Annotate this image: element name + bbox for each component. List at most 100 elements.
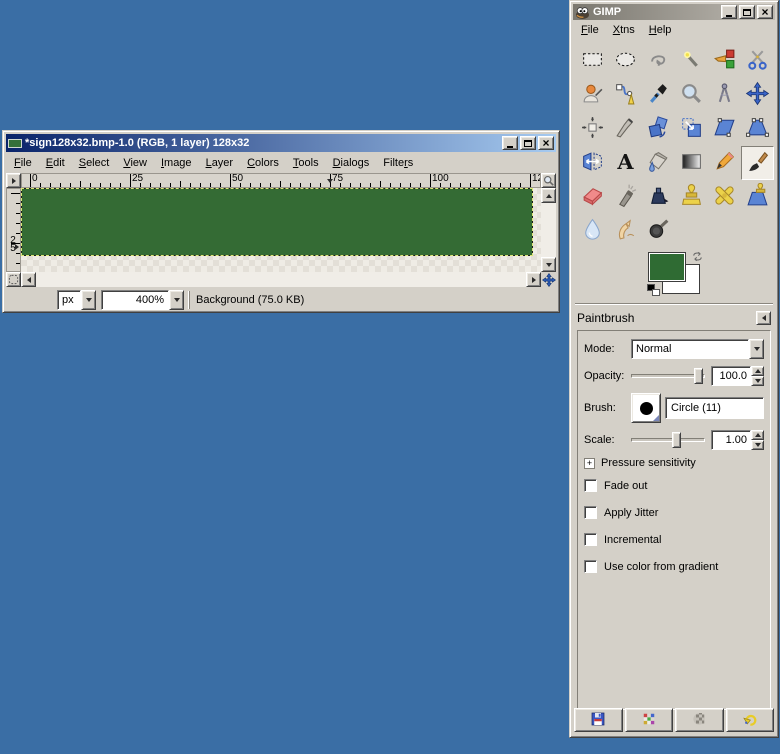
scroll-right-button[interactable]: [526, 272, 541, 287]
tool-smudge-button[interactable]: [609, 214, 642, 248]
default-colors-button[interactable]: [647, 284, 663, 298]
foreground-color-swatch[interactable]: [648, 252, 686, 282]
scale-spin-up[interactable]: [751, 430, 764, 440]
scale-slider-thumb[interactable]: [672, 432, 681, 448]
tool-text-button[interactable]: A: [609, 146, 642, 180]
menu-edit[interactable]: Edit: [39, 155, 72, 171]
canvas-menu-button[interactable]: [6, 173, 21, 188]
tool-blur-sharpen-button[interactable]: [576, 214, 609, 248]
opacity-spin-down[interactable]: [751, 376, 764, 386]
save-options-button[interactable]: [574, 708, 623, 732]
menu-filters[interactable]: Filters: [376, 155, 420, 171]
expander-plus-icon[interactable]: +: [584, 458, 595, 469]
checkbox-box[interactable]: [584, 533, 597, 546]
menu-view[interactable]: View: [116, 155, 154, 171]
maximize-button[interactable]: [520, 136, 536, 150]
zoom-combo[interactable]: 400%: [101, 290, 184, 310]
brush-preview-button[interactable]: [631, 393, 661, 423]
opacity-spin-up[interactable]: [751, 366, 764, 376]
tool-select-by-color-button[interactable]: [708, 44, 741, 78]
tool-paintbrush-button[interactable]: [741, 146, 774, 180]
delete-options-button[interactable]: [675, 708, 724, 732]
opacity-slider[interactable]: [631, 368, 705, 384]
menu-layer[interactable]: Layer: [199, 155, 241, 171]
checkbox-box[interactable]: [584, 560, 597, 573]
checkbox-fade-out[interactable]: Fade out: [584, 479, 764, 492]
maximize-button[interactable]: [739, 5, 755, 19]
tool-fuzzy-select-button[interactable]: [675, 44, 708, 78]
mode-combo[interactable]: Normal: [631, 339, 764, 359]
quickmask-toggle-button[interactable]: [6, 272, 21, 287]
opacity-spinbox[interactable]: 100.0: [711, 366, 764, 386]
close-button[interactable]: ×: [757, 5, 773, 19]
scroll-left-button[interactable]: [21, 272, 36, 287]
swap-colors-button[interactable]: [691, 250, 704, 266]
tool-align-button[interactable]: [576, 112, 609, 146]
mode-dropdown-button[interactable]: [749, 339, 764, 359]
vertical-ruler[interactable]: 25: [6, 188, 21, 272]
menu-dialogs[interactable]: Dialogs: [326, 155, 377, 171]
unit-dropdown-button[interactable]: [81, 290, 96, 310]
zoom-follow-button[interactable]: [541, 173, 556, 188]
checkbox-box[interactable]: [584, 506, 597, 519]
tool-move-button[interactable]: [741, 78, 774, 112]
tool-color-picker-button[interactable]: [642, 78, 675, 112]
tool-blend-button[interactable]: [675, 146, 708, 180]
vertical-scrollbar[interactable]: [541, 188, 556, 272]
scroll-up-button[interactable]: [541, 188, 556, 203]
checkbox-box[interactable]: [584, 479, 597, 492]
tool-dodge-burn-button[interactable]: [642, 214, 675, 248]
tool-perspective-clone-button[interactable]: [741, 180, 774, 214]
tool-ellipse-select-button[interactable]: [609, 44, 642, 78]
minimize-button[interactable]: [502, 136, 518, 150]
menu-select[interactable]: Select: [72, 155, 117, 171]
tool-scissors-select-button[interactable]: [741, 44, 774, 78]
navigation-button[interactable]: [541, 272, 556, 287]
tool-airbrush-button[interactable]: [609, 180, 642, 214]
tool-rotate-button[interactable]: [642, 112, 675, 146]
horizontal-ruler[interactable]: 0255075100125: [21, 173, 541, 188]
tool-zoom-button[interactable]: [675, 78, 708, 112]
tool-flip-button[interactable]: [576, 146, 609, 180]
checkbox-use-color-from-gradient[interactable]: Use color from gradient: [584, 560, 764, 573]
scroll-down-button[interactable]: [541, 257, 556, 272]
tool-crop-button[interactable]: [609, 112, 642, 146]
minimize-button[interactable]: [721, 5, 737, 19]
tool-clone-button[interactable]: [675, 180, 708, 214]
close-button[interactable]: ×: [538, 136, 554, 150]
scale-spinbox[interactable]: 1.00: [711, 430, 764, 450]
canvas[interactable]: [21, 188, 533, 256]
tool-foreground-select-button[interactable]: [576, 78, 609, 112]
horizontal-scrollbar[interactable]: [21, 272, 541, 287]
tool-free-select-button[interactable]: [642, 44, 675, 78]
menu-xtns[interactable]: Xtns: [606, 22, 642, 38]
pressure-sensitivity-expander[interactable]: + Pressure sensitivity: [584, 457, 764, 469]
menu-help[interactable]: Help: [642, 22, 679, 38]
reset-options-button[interactable]: [726, 708, 775, 732]
opacity-slider-thumb[interactable]: [694, 368, 703, 384]
tool-measure-button[interactable]: [708, 78, 741, 112]
tool-ink-button[interactable]: [642, 180, 675, 214]
dock-menu-button[interactable]: [756, 311, 771, 325]
checkbox-apply-jitter[interactable]: Apply Jitter: [584, 506, 764, 519]
restore-options-button[interactable]: [625, 708, 674, 732]
tool-pencil-button[interactable]: [708, 146, 741, 180]
brush-name-field[interactable]: Circle (11): [665, 397, 764, 419]
tool-perspective-button[interactable]: [741, 112, 774, 146]
tool-bucket-fill-button[interactable]: [642, 146, 675, 180]
menu-file[interactable]: File: [7, 155, 39, 171]
scale-slider[interactable]: [631, 432, 705, 448]
tool-heal-button[interactable]: [708, 180, 741, 214]
tool-scale-button[interactable]: [675, 112, 708, 146]
tool-paths-button[interactable]: [609, 78, 642, 112]
toolbox-titlebar[interactable]: GIMP ×: [573, 4, 775, 20]
tool-rect-select-button[interactable]: [576, 44, 609, 78]
tool-eraser-button[interactable]: [576, 180, 609, 214]
zoom-dropdown-button[interactable]: [169, 290, 184, 310]
image-window-titlebar[interactable]: *sign128x32.bmp-1.0 (RGB, 1 layer) 128x3…: [6, 134, 556, 152]
menu-colors[interactable]: Colors: [240, 155, 286, 171]
unit-combo[interactable]: px: [57, 290, 96, 310]
scale-spin-down[interactable]: [751, 440, 764, 450]
menu-tools[interactable]: Tools: [286, 155, 326, 171]
tool-shear-button[interactable]: [708, 112, 741, 146]
